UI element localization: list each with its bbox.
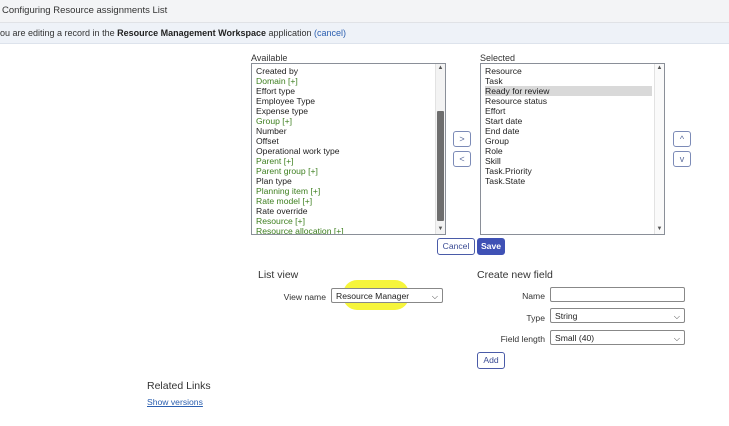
related-links-title: Related Links — [147, 380, 211, 392]
selected-listbox[interactable]: Resource Task Ready for review Resource sta… — [480, 63, 665, 235]
chevron-left-icon: < — [459, 154, 465, 164]
remove-from-selected-button[interactable]: < — [453, 151, 471, 167]
selected-list-item[interactable]: Group — [485, 136, 652, 146]
scroll-down-icon[interactable]: ▼ — [436, 225, 445, 234]
list-view-title: List view — [258, 269, 299, 281]
available-list-item[interactable]: Offset — [256, 136, 433, 146]
chevron-down-icon: ⌵ — [673, 312, 680, 321]
available-list-item[interactable]: Group [+] — [256, 116, 433, 126]
cancel-button[interactable]: Cancel — [437, 238, 475, 255]
available-items: Created by Domain [+] Effort type Employee … — [256, 66, 433, 234]
selected-list-item[interactable]: Task.State — [485, 176, 652, 186]
create-field-title: Create new field — [477, 269, 553, 281]
selected-label: Selected — [480, 53, 516, 63]
available-list-item[interactable]: Created by — [256, 66, 433, 76]
scroll-up-icon[interactable]: ▲ — [655, 64, 664, 73]
selected-list-item[interactable]: Task — [485, 76, 652, 86]
editing-suffix: application — [265, 28, 315, 38]
selected-list-item[interactable]: Effort — [485, 106, 652, 116]
add-field-button[interactable]: Add — [477, 352, 505, 369]
selected-list-item[interactable]: Resource — [485, 66, 652, 76]
move-up-button[interactable]: ^ — [673, 131, 691, 147]
view-name-select[interactable]: Resource Manager ⌵ — [331, 288, 443, 303]
type-select[interactable]: String ⌵ — [550, 308, 685, 323]
available-list-item[interactable]: Operational work type — [256, 146, 433, 156]
page-title: Configuring Resource assignments List — [2, 5, 168, 16]
selected-list-item[interactable]: End date — [485, 126, 652, 136]
available-list-item[interactable]: Employee Type — [256, 96, 433, 106]
type-value: String — [555, 311, 578, 321]
move-down-button[interactable]: v — [673, 151, 691, 167]
available-scroll-thumb[interactable] — [437, 111, 444, 221]
selected-list-item[interactable]: Ready for review — [485, 86, 652, 96]
selected-list-item[interactable]: Resource status — [485, 96, 652, 106]
field-length-value: Small (40) — [555, 333, 595, 343]
editing-banner: ou are editing a record in the Resource … — [0, 23, 729, 44]
available-listbox[interactable]: Created by Domain [+] Effort type Employee … — [251, 63, 446, 235]
available-list-item[interactable]: Resource [+] — [256, 216, 433, 226]
selected-items: Resource Task Ready for review Resource sta… — [485, 66, 652, 186]
available-list-item[interactable]: Expense type — [256, 106, 433, 116]
field-length-select[interactable]: Small (40) ⌵ — [550, 330, 685, 345]
available-list-item[interactable]: Parent group [+] — [256, 166, 433, 176]
selected-list-item[interactable]: Role — [485, 146, 652, 156]
type-label: Type — [526, 313, 545, 323]
chevron-right-icon: > — [459, 134, 465, 144]
selected-scrollbar[interactable]: ▲ ▼ — [654, 64, 664, 234]
available-list-item[interactable]: Parent [+] — [256, 156, 433, 166]
available-label: Available — [251, 53, 288, 63]
editing-message: ou are editing a record in the Resource … — [0, 28, 346, 38]
available-list-item[interactable]: Resource allocation [+] — [256, 226, 433, 234]
available-scrollbar[interactable]: ▲ ▼ — [435, 64, 445, 234]
available-list-item[interactable]: Effort type — [256, 86, 433, 96]
selected-list-item[interactable]: Skill — [485, 156, 652, 166]
selected-list-item[interactable]: Task.Priority — [485, 166, 652, 176]
show-versions-link[interactable]: Show versions — [147, 397, 203, 407]
available-list-item[interactable]: Rate override — [256, 206, 433, 216]
cancel-editing-link[interactable]: (cancel) — [314, 28, 346, 38]
available-list-item[interactable]: Number — [256, 126, 433, 136]
scroll-up-icon[interactable]: ▲ — [436, 64, 445, 73]
page-header: Configuring Resource assignments List — [0, 0, 729, 23]
field-length-label: Field length — [500, 334, 545, 344]
available-list-item[interactable]: Domain [+] — [256, 76, 433, 86]
selected-list-item[interactable]: Start date — [485, 116, 652, 126]
editing-prefix: ou are editing a record in the — [0, 28, 118, 38]
available-list-item[interactable]: Plan type — [256, 176, 433, 186]
available-list-item[interactable]: Planning item [+] — [256, 186, 433, 196]
chevron-down-icon: ⌵ — [673, 334, 680, 343]
editing-app-name: Resource Management Workspace — [117, 28, 266, 38]
chevron-up-icon: ^ — [679, 134, 685, 144]
name-input[interactable] — [550, 287, 685, 302]
chevron-down-icon: ⌵ — [431, 292, 438, 301]
scroll-down-icon[interactable]: ▼ — [655, 225, 664, 234]
add-to-selected-button[interactable]: > — [453, 131, 471, 147]
name-label: Name — [522, 291, 545, 301]
chevron-down-icon: v — [679, 154, 685, 164]
available-list-item[interactable]: Rate model [+] — [256, 196, 433, 206]
save-button[interactable]: Save — [477, 238, 505, 255]
view-name-label: View name — [283, 292, 326, 302]
view-name-value: Resource Manager — [336, 291, 410, 301]
